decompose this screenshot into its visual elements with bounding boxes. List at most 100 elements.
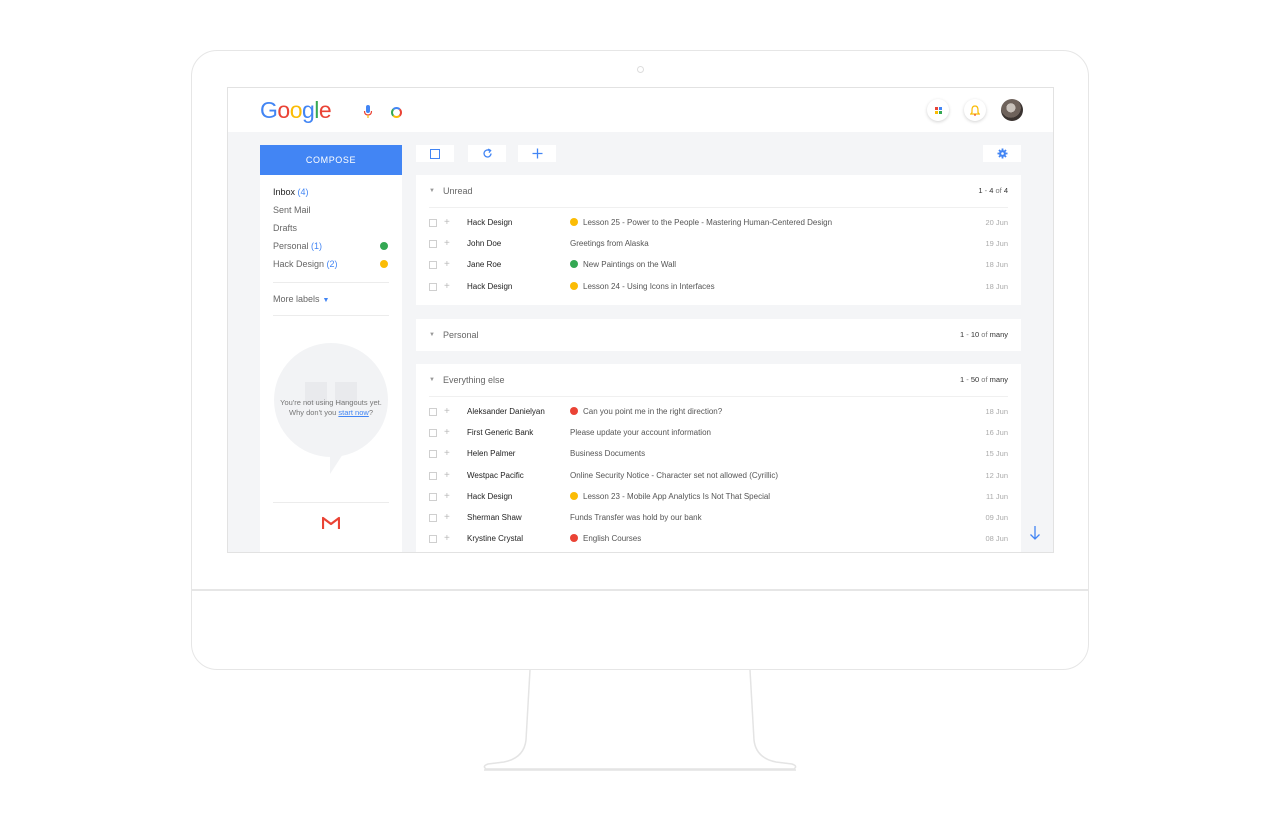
google-logo[interactable]: Google bbox=[260, 97, 332, 124]
add-star-icon[interactable]: + bbox=[444, 401, 450, 422]
refresh-button[interactable] bbox=[468, 145, 506, 162]
start-hangouts-link[interactable]: start now bbox=[338, 408, 368, 417]
section-header[interactable]: ▼ Everything else 1 - 50 of many bbox=[416, 364, 1021, 396]
hangouts-bubble-tail bbox=[330, 434, 356, 474]
add-star-icon[interactable]: + bbox=[444, 486, 450, 507]
divider bbox=[429, 207, 1008, 208]
collapse-arrow-icon[interactable]: ▼ bbox=[429, 364, 435, 396]
row-checkbox[interactable] bbox=[429, 535, 437, 544]
row-checkbox[interactable] bbox=[429, 492, 437, 501]
mail-sender: Jane Roe bbox=[467, 260, 502, 270]
gmail-footer bbox=[260, 502, 402, 552]
mail-subject-text: English Courses bbox=[583, 534, 642, 544]
add-star-icon[interactable]: + bbox=[444, 233, 450, 254]
mail-row[interactable]: + Aleksander Danielyan Can you point me in… bbox=[416, 401, 1021, 422]
add-star-icon[interactable]: + bbox=[444, 422, 450, 443]
label-color-dot bbox=[570, 281, 578, 290]
mail-subject-text: Funds Transfer was hold by our bank bbox=[570, 512, 702, 522]
add-star-icon[interactable]: + bbox=[444, 276, 450, 297]
sidebar-item-drafts[interactable]: Drafts bbox=[260, 219, 402, 237]
row-checkbox[interactable] bbox=[429, 282, 437, 291]
mail-row[interactable]: + Sherman Shaw Funds Transfer was hold by … bbox=[416, 507, 1021, 528]
mail-subject: Business Documents bbox=[570, 443, 645, 464]
add-star-icon[interactable]: + bbox=[444, 212, 450, 233]
add-star-icon[interactable]: + bbox=[444, 465, 450, 486]
label-color-dot bbox=[380, 260, 388, 268]
collapse-arrow-icon[interactable]: ▼ bbox=[429, 319, 435, 351]
mail-row[interactable]: + Jane Roe New Paintings on the Wall 18 Jun bbox=[416, 254, 1021, 275]
row-checkbox[interactable] bbox=[429, 513, 437, 522]
mic-icon[interactable] bbox=[363, 105, 373, 119]
mail-date: 20 Jun bbox=[985, 218, 1008, 227]
add-star-icon[interactable]: + bbox=[444, 443, 450, 464]
mail-subject: Lesson 24 - Using Icons in Interfaces bbox=[570, 276, 715, 297]
mail-subject: Please update your account information bbox=[570, 422, 711, 443]
label-color-dot bbox=[380, 242, 388, 250]
avatar[interactable] bbox=[1001, 99, 1023, 121]
sidebar-item-personal[interactable]: Personal (1) bbox=[260, 237, 402, 255]
mail-sender: Aleksander Danielyan bbox=[467, 407, 545, 416]
everything-else-section: ▼ Everything else 1 - 50 of many + Aleksa… bbox=[416, 364, 1021, 552]
sidebar-item-label: Drafts bbox=[273, 223, 298, 233]
mail-subject: Lesson 23 - Mobile App Analytics Is Not … bbox=[570, 486, 770, 507]
gmail-screen: Google COMPOSE Inbox (4) Sent Mail Draft… bbox=[227, 87, 1054, 553]
row-checkbox[interactable] bbox=[429, 408, 437, 416]
top-bar: Google bbox=[228, 88, 1053, 132]
mail-row[interactable]: + Hack Design Lesson 23 - Mobile App Analy… bbox=[416, 486, 1021, 507]
mail-row[interactable]: + Hack Design Lesson 24 - Using Icons in I… bbox=[416, 276, 1021, 297]
mail-list: + Hack Design Lesson 25 - Power to the Peo… bbox=[416, 212, 1021, 297]
scroll-down-arrow-icon[interactable] bbox=[1029, 525, 1041, 541]
mail-row[interactable]: + Krystine Crystal English Courses 08 Jun bbox=[416, 528, 1021, 549]
collapse-arrow-icon[interactable]: ▼ bbox=[429, 175, 435, 207]
mail-sender: Helen Palmer bbox=[467, 449, 516, 459]
section-header[interactable]: ▼ Personal 1 - 10 of many bbox=[416, 319, 1021, 351]
add-star-icon[interactable]: + bbox=[444, 507, 450, 528]
notifications-button[interactable] bbox=[964, 99, 986, 121]
more-labels-button[interactable]: More labels ▼ bbox=[260, 283, 402, 315]
apps-button[interactable] bbox=[927, 99, 949, 121]
row-checkbox[interactable] bbox=[429, 240, 437, 249]
label-color-dot bbox=[570, 534, 578, 543]
add-button[interactable] bbox=[518, 145, 556, 162]
mail-subject-text: Lesson 24 - Using Icons in Interfaces bbox=[583, 281, 715, 291]
mail-subject-text: Greetings from Alaska bbox=[570, 239, 649, 249]
settings-button[interactable] bbox=[983, 145, 1021, 162]
mail-row[interactable]: + Westpac Pacific Online Security Notice -… bbox=[416, 465, 1021, 486]
sidebar-item-hack-design[interactable]: Hack Design (2) bbox=[260, 255, 402, 273]
gmail-icon[interactable] bbox=[322, 516, 340, 530]
mail-row[interactable]: + Helen Palmer Business Documents 15 Jun bbox=[416, 443, 1021, 464]
apps-icon bbox=[934, 106, 942, 114]
mail-row[interactable]: + John Doe Greetings from Alaska 19 Jun bbox=[416, 233, 1021, 254]
mail-subject: New Paintings on the Wall bbox=[570, 254, 676, 275]
hangouts-message: You're not using Hangouts yet. Why don't… bbox=[260, 398, 402, 418]
sidebar-item-inbox[interactable]: Inbox (4) bbox=[260, 183, 402, 201]
sidebar-item-sent-mail[interactable]: Sent Mail bbox=[260, 201, 402, 219]
unread-count: (2) bbox=[326, 259, 338, 269]
sidebar-item-label: Hack Design bbox=[273, 259, 325, 269]
mail-sender: Hack Design bbox=[467, 281, 513, 291]
mail-subject: Online Security Notice - Character set n… bbox=[570, 465, 778, 486]
mail-row[interactable]: + Hack Design Lesson 25 - Power to the Peo… bbox=[416, 212, 1021, 233]
row-checkbox[interactable] bbox=[429, 429, 437, 438]
label-color-dot bbox=[570, 260, 578, 269]
monitor-chin-line bbox=[192, 589, 1088, 591]
mail-subject-text: Please update your account information bbox=[570, 428, 711, 438]
hangouts-panel: You're not using Hangouts yet. Why don't… bbox=[260, 316, 402, 501]
row-checkbox[interactable] bbox=[429, 450, 437, 459]
logo-letter: o bbox=[277, 97, 290, 123]
mail-subject: English Courses bbox=[570, 528, 641, 549]
select-all-button[interactable] bbox=[416, 145, 454, 162]
mail-sender: Hack Design bbox=[467, 218, 513, 227]
mail-row[interactable]: + First Generic Bank Please update your ac… bbox=[416, 422, 1021, 443]
section-header[interactable]: ▼ Unread 1 - 4 of 4 bbox=[416, 175, 1021, 207]
add-star-icon[interactable]: + bbox=[444, 528, 450, 549]
row-checkbox[interactable] bbox=[429, 261, 437, 270]
row-checkbox[interactable] bbox=[429, 471, 437, 480]
row-checkbox[interactable] bbox=[429, 219, 437, 227]
add-star-icon[interactable]: + bbox=[444, 254, 450, 275]
caret-down-icon: ▼ bbox=[322, 297, 330, 304]
assistant-icon[interactable] bbox=[391, 107, 402, 118]
section-title: Unread bbox=[443, 186, 473, 196]
mail-sender: Hack Design bbox=[467, 491, 513, 501]
compose-button[interactable]: COMPOSE bbox=[260, 145, 402, 175]
